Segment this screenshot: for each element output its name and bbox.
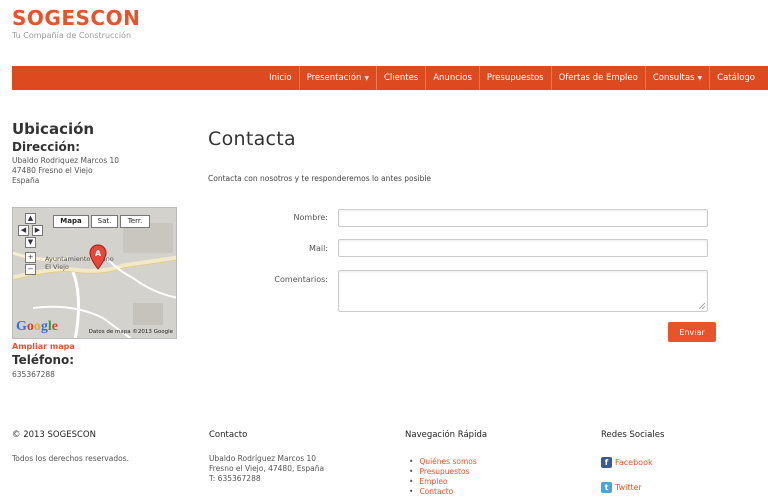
- footer-quicknav-col: Navegación Rápida Quiénes somos Presupue…: [405, 430, 487, 497]
- brand-tagline: Tu Compañía de Construcción: [12, 31, 132, 40]
- nav-menu: Inicio Presentación ▼ Clientes Anuncios P…: [262, 66, 762, 90]
- chevron-down-icon: ▼: [697, 75, 703, 82]
- footer-link-presupuestos[interactable]: Presupuestos: [405, 467, 487, 477]
- svg-text:A: A: [95, 249, 102, 258]
- footer-contact-col: Contacto Ubaldo Rodríguez Marcos 10 Fres…: [209, 430, 324, 484]
- nav-item-consultas[interactable]: Consultas ▼: [644, 66, 709, 90]
- name-label: Nombre:: [293, 213, 328, 222]
- phone-heading: Teléfono:: [12, 353, 75, 367]
- address-line: 47480 Fresno el Viejo: [12, 166, 93, 175]
- map-pan-down[interactable]: ▼: [25, 237, 36, 248]
- nav-item-clientes[interactable]: Clientes: [375, 66, 425, 90]
- footer-link-quienes-somos[interactable]: Quiénes somos: [405, 457, 487, 467]
- footer-link-contacto[interactable]: Contacto: [405, 487, 487, 497]
- contact-intro: Contacta con nosotros y te responderemos…: [208, 174, 432, 183]
- nav-item-label: Consultas: [652, 73, 695, 83]
- location-title: Ubicación: [12, 120, 95, 138]
- map-type-mapa[interactable]: Mapa: [53, 215, 89, 228]
- footer-contact-block: Ubaldo Rodríguez Marcos 10 Fresno el Vie…: [209, 454, 324, 484]
- comments-textarea[interactable]: [338, 270, 708, 312]
- address-block: Ubaldo Rodriquez Marcos 10 47480 Fresno …: [12, 156, 182, 186]
- submit-button[interactable]: Enviar: [668, 322, 716, 342]
- contact-section: Contacta Contacta con nosotros y te resp…: [208, 128, 728, 342]
- mail-field[interactable]: [338, 239, 708, 257]
- footer-quicknav-heading: Navegación Rápida: [405, 430, 488, 440]
- mail-label: Mail:: [309, 244, 328, 253]
- twitter-icon: t: [601, 482, 612, 493]
- map-type-terreno[interactable]: Terr.: [120, 215, 150, 228]
- nav-item-label: Catálogo: [717, 73, 755, 83]
- nav-item-presentacion[interactable]: Presentación ▼: [298, 66, 376, 90]
- location-sidebar: Ubicación Dirección: Ubaldo Rodriquez Ma…: [12, 120, 182, 379]
- map-zoom-out[interactable]: −: [25, 264, 36, 275]
- facebook-icon: f: [601, 457, 612, 468]
- address-line: España: [12, 176, 40, 185]
- footer-contact-line: T: 635367288: [209, 474, 261, 483]
- main-navbar: Inicio Presentación ▼ Clientes Anuncios P…: [12, 66, 768, 90]
- page-title: Contacta: [208, 128, 296, 150]
- comments-label: Comentarios:: [274, 275, 328, 284]
- nav-item-presupuestos[interactable]: Presupuestos: [478, 66, 551, 90]
- footer-social-heading: Redes Sociales: [601, 430, 665, 440]
- google-logo: Google: [16, 319, 58, 334]
- footer-copyright: © 2013 SOGESCON: [12, 430, 96, 440]
- name-field[interactable]: [338, 209, 708, 227]
- brand[interactable]: SOGESCON Tu Compañía de Construcción: [12, 6, 140, 40]
- nav-item-ofertas-empleo[interactable]: Ofertas de Empleo: [550, 66, 645, 90]
- nav-item-label: Ofertas de Empleo: [558, 73, 638, 83]
- phone-number: 635367288: [12, 370, 55, 379]
- enlarge-map-link[interactable]: Ampliar mapa: [12, 342, 75, 351]
- map-zoom-in[interactable]: +: [25, 252, 36, 263]
- nav-item-label: Presentación: [306, 73, 362, 83]
- facebook-link[interactable]: f Facebook: [601, 457, 664, 468]
- map-pan-right[interactable]: ▶: [32, 225, 43, 236]
- map-pan-up[interactable]: ▲: [25, 213, 36, 224]
- address-heading: Dirección:: [12, 140, 81, 154]
- nav-item-catalogo[interactable]: Catálogo: [709, 66, 762, 90]
- footer-social-col: Redes Sociales f Facebook t Twitter: [601, 430, 664, 493]
- map-marker-icon[interactable]: A: [89, 244, 107, 270]
- resize-handle-icon[interactable]: [699, 303, 705, 309]
- footer-quicknav-list: Quiénes somos Presupuestos Empleo Contac…: [405, 457, 487, 497]
- footer-rights: Todos los derechos reservados.: [12, 454, 129, 463]
- footer-contact-line: Fresno el Viejo, 47480, España: [209, 464, 325, 473]
- nav-item-label: Inicio: [269, 73, 292, 83]
- twitter-label: Twitter: [615, 483, 642, 492]
- facebook-label: Facebook: [615, 458, 653, 467]
- twitter-link[interactable]: t Twitter: [601, 482, 664, 493]
- chevron-down-icon: ▼: [364, 75, 369, 82]
- nav-item-label: Anuncios: [433, 73, 472, 83]
- footer-contact-heading: Contacto: [209, 430, 248, 440]
- map-pan-left[interactable]: ◀: [18, 225, 29, 236]
- nav-item-label: Presupuestos: [486, 73, 544, 83]
- nav-item-anuncios[interactable]: Anuncios: [425, 66, 479, 90]
- nav-item-inicio[interactable]: Inicio: [262, 66, 299, 90]
- brand-name[interactable]: SOGESCON: [12, 6, 140, 30]
- map-type-satelite[interactable]: Sat.: [91, 215, 118, 228]
- address-line: Ubaldo Rodriquez Marcos 10: [12, 156, 120, 165]
- footer-copyright-col: © 2013 SOGESCON Todos los derechos reser…: [12, 430, 129, 464]
- location-map[interactable]: ▲ ◀ ▶ ▼ + − Mapa Sat. Terr. Ayuntamiento…: [12, 207, 177, 339]
- nav-item-label: Clientes: [383, 73, 419, 83]
- footer-contact-line: Ubaldo Rodríguez Marcos 10: [209, 454, 317, 463]
- footer-link-empleo[interactable]: Empleo: [405, 477, 487, 487]
- map-credit: Datos de mapa ©2013 Google: [88, 329, 173, 335]
